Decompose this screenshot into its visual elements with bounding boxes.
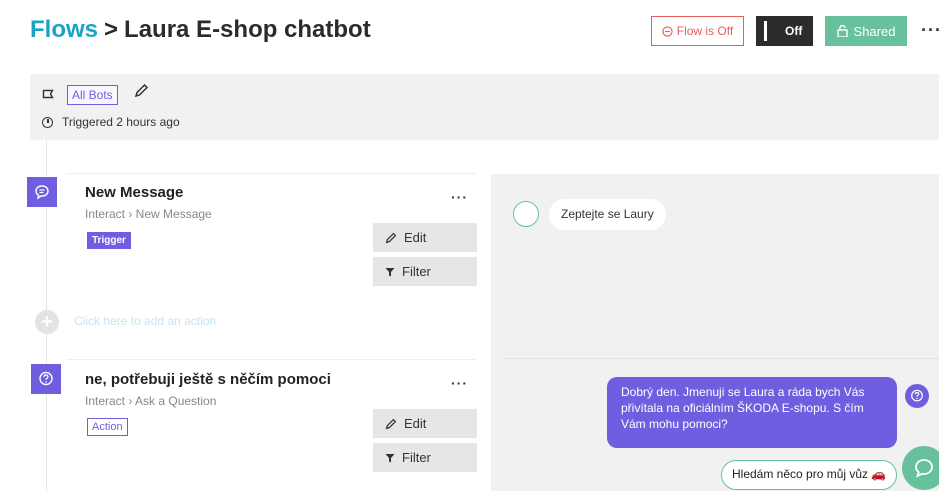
- minus-circle-icon: [662, 25, 673, 37]
- user-avatar-icon: [513, 201, 539, 227]
- flow-info-bar: All Bots Triggered 2 hours ago: [30, 74, 939, 140]
- add-action-link[interactable]: Click here to add an action: [74, 314, 216, 328]
- edit-button[interactable]: Edit: [373, 223, 477, 252]
- bot-message: Dobrý den. Jmenuji se Laura a ráda bych …: [607, 377, 897, 448]
- question-bubble-icon: [31, 364, 61, 394]
- funnel-icon: [385, 453, 395, 462]
- more-options-icon[interactable]: ···: [921, 20, 939, 41]
- chat-bubble-icon[interactable]: [902, 446, 939, 490]
- step-path: Interact › New Message: [85, 207, 212, 221]
- step-title[interactable]: New Message: [85, 184, 183, 201]
- breadcrumb-flows-link[interactable]: Flows: [30, 16, 98, 43]
- divider: [66, 359, 476, 360]
- pencil-icon: [385, 418, 397, 429]
- chat-preview-panel: Zeptejte se Laury Dobrý den. Jmenuji se …: [491, 174, 939, 491]
- edit-button[interactable]: Edit: [373, 409, 477, 438]
- divider: [66, 173, 476, 174]
- filter-label: Filter: [402, 450, 431, 465]
- bot-question-icon: [905, 384, 929, 408]
- toggle-label: Off: [785, 24, 803, 38]
- flow-status-button[interactable]: Flow is Off: [651, 16, 744, 46]
- edit-label: Edit: [404, 230, 427, 245]
- page-title: Flows > Laura E-shop chatbot: [30, 16, 371, 44]
- filter-label: Filter: [402, 264, 431, 279]
- flow-status-label: Flow is Off: [676, 24, 734, 38]
- tag-icon: [42, 88, 54, 103]
- user-message: Zeptejte se Laury: [549, 199, 666, 230]
- header: Flows > Laura E-shop chatbot Flow is Off O…: [0, 0, 939, 62]
- flow-name: Laura E-shop chatbot: [124, 16, 371, 43]
- step-title[interactable]: ne, potřebuji ještě s něčím pomoci: [85, 371, 331, 388]
- filter-button[interactable]: Filter: [373, 443, 477, 472]
- pencil-icon: [385, 232, 397, 243]
- flow-toggle[interactable]: Off: [756, 16, 813, 46]
- message-bubble-icon: [27, 177, 57, 207]
- funnel-icon: [385, 267, 395, 276]
- action-badge: Action: [87, 418, 128, 436]
- quick-reply-button[interactable]: Hledám něco pro můj vůz 🚗: [721, 460, 898, 490]
- unlock-icon: [836, 25, 848, 37]
- clock-icon: [42, 117, 53, 128]
- shared-label: Shared: [853, 23, 896, 39]
- step-more-icon[interactable]: ···: [451, 375, 468, 391]
- toggle-knob: [764, 21, 767, 41]
- trigger-badge: Trigger: [87, 232, 131, 249]
- step-more-icon[interactable]: ···: [451, 189, 468, 205]
- shared-button[interactable]: Shared: [825, 16, 907, 46]
- edit-label: Edit: [404, 416, 427, 431]
- edit-pencil-icon[interactable]: [134, 83, 149, 103]
- step-path: Interact › Ask a Question: [85, 394, 217, 408]
- chat-divider: [503, 358, 939, 359]
- breadcrumb-separator: >: [104, 16, 119, 43]
- last-triggered-text: Triggered 2 hours ago: [62, 115, 180, 129]
- bot-filter-badge[interactable]: All Bots: [67, 85, 118, 105]
- add-action-icon[interactable]: +: [35, 310, 59, 334]
- filter-button[interactable]: Filter: [373, 257, 477, 286]
